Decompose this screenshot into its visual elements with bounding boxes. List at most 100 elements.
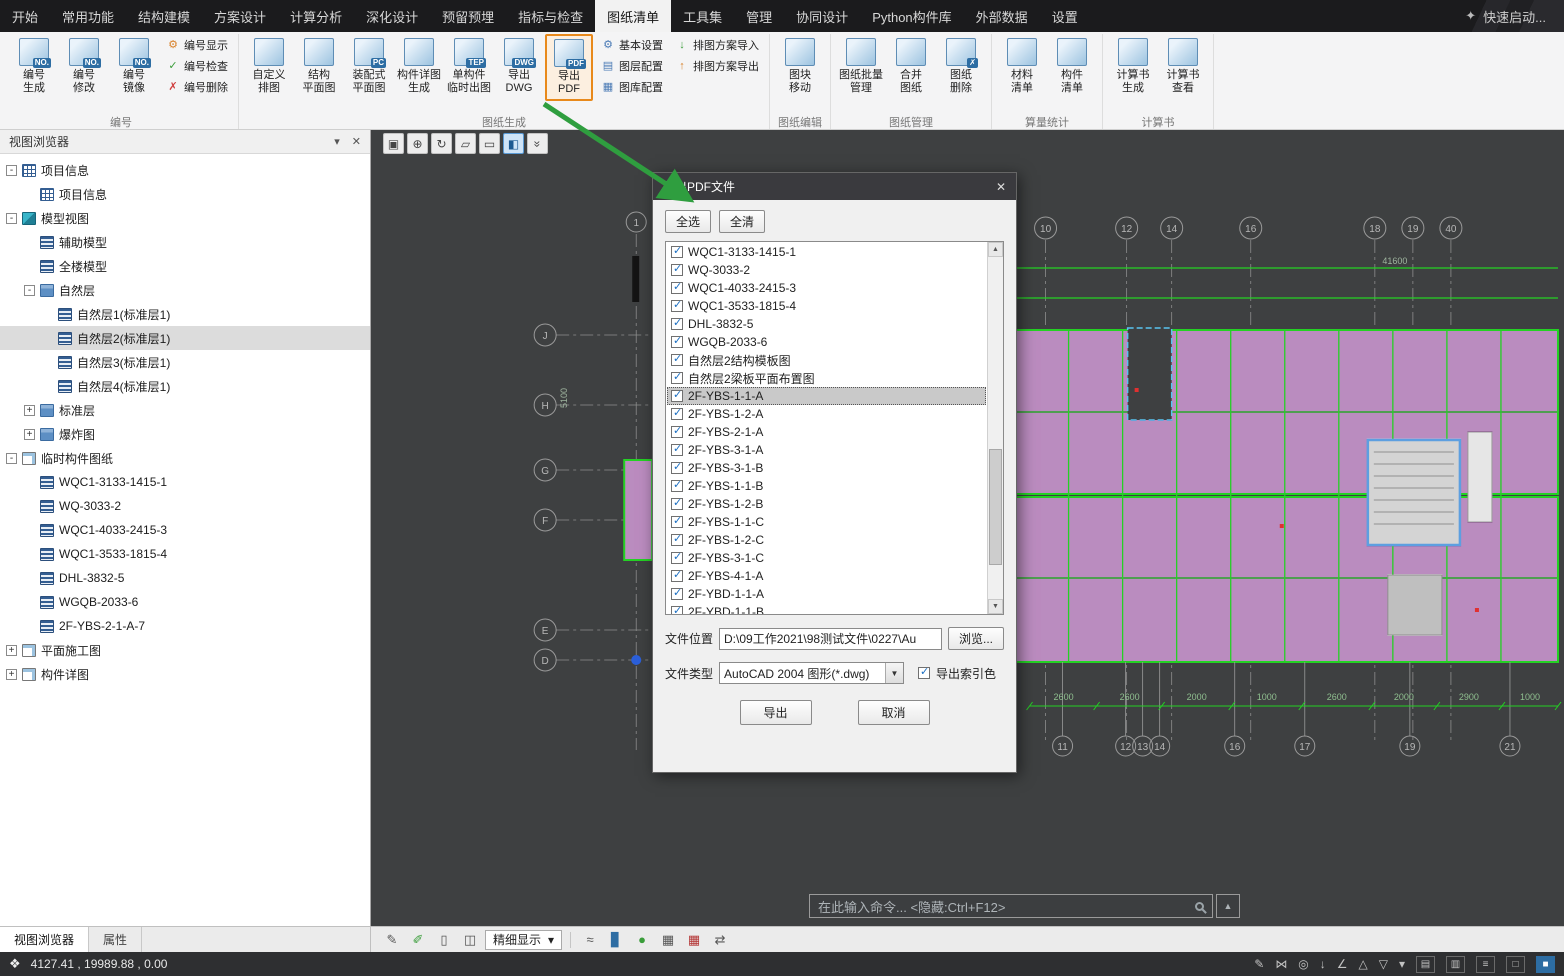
tree-item[interactable]: + 爆炸图 bbox=[0, 422, 370, 446]
tree-item[interactable]: + 构件详图 bbox=[0, 662, 370, 686]
menu-tab[interactable]: 开始 bbox=[0, 0, 50, 32]
section-tool-icon[interactable]: ≈ bbox=[579, 930, 601, 950]
number-check-button[interactable]: ✓ 编号检查 bbox=[162, 55, 232, 76]
basic-settings-button[interactable]: ⚙ 基本设置 bbox=[597, 34, 667, 55]
menu-tab[interactable]: Python构件库 bbox=[860, 0, 963, 32]
export-file-list[interactable]: WQC1-3133-1415-1 WQ-3033-2 WQC1-4033-241… bbox=[665, 241, 1004, 615]
angle-icon[interactable]: ∠ bbox=[1337, 957, 1348, 971]
scrollbar[interactable]: ▲ ▼ bbox=[987, 242, 1003, 614]
menu-tab[interactable]: 预留预埋 bbox=[430, 0, 506, 32]
export-button[interactable]: 导出 bbox=[740, 700, 812, 725]
tree-expander-icon[interactable]: + bbox=[24, 405, 35, 416]
filter-icon[interactable]: ▽ bbox=[1379, 957, 1388, 971]
number-generate-button[interactable]: NO. 编号 生成 bbox=[10, 34, 58, 99]
paint-tool-icon[interactable]: ✐ bbox=[407, 930, 429, 950]
tree-expander-icon[interactable]: - bbox=[6, 453, 17, 464]
checkbox[interactable] bbox=[671, 300, 683, 312]
checkbox[interactable] bbox=[671, 246, 683, 258]
menu-tab[interactable]: 计算分析 bbox=[278, 0, 354, 32]
tree-expander-icon[interactable]: - bbox=[6, 165, 17, 176]
library-config-button[interactable]: ▦ 图库配置 bbox=[597, 76, 667, 97]
export-list-item[interactable]: WQC1-3133-1415-1 bbox=[667, 243, 986, 261]
tree-item[interactable]: WQC1-4033-2415-3 bbox=[0, 518, 370, 542]
shaded-view-icon[interactable]: ◧ bbox=[503, 133, 524, 154]
tree-item[interactable]: 自然层1(标准层1) bbox=[0, 302, 370, 326]
tree-item[interactable]: WQ-3033-2 bbox=[0, 494, 370, 518]
menu-tab[interactable]: 方案设计 bbox=[202, 0, 278, 32]
command-input[interactable]: 在此输入命令... <隐藏:Ctrl+F12> bbox=[809, 894, 1213, 918]
menu-tab[interactable]: 指标与检查 bbox=[506, 0, 595, 32]
layout-single-icon[interactable]: ▤ bbox=[1416, 956, 1435, 973]
tree-expander-icon[interactable]: - bbox=[24, 285, 35, 296]
file-location-input[interactable]: D:\09工作2021\98测试文件\0227\Au bbox=[719, 628, 942, 650]
checkbox[interactable] bbox=[671, 480, 683, 492]
menu-tab[interactable]: 深化设计 bbox=[354, 0, 430, 32]
material-list-button[interactable]: 材料 清单 bbox=[998, 34, 1046, 99]
component-list-button[interactable]: 构件 清单 bbox=[1048, 34, 1096, 99]
number-display-button[interactable]: ⚙ 编号显示 bbox=[162, 34, 232, 55]
precast-plan-button[interactable]: PC 装配式 平面图 bbox=[345, 34, 393, 99]
tree-item[interactable]: - 自然层 bbox=[0, 278, 370, 302]
browse-button[interactable]: 浏览... bbox=[948, 627, 1004, 650]
export-list-item[interactable]: 2F-YBS-1-2-A bbox=[667, 405, 986, 423]
export-list-item[interactable]: WQC1-3533-1815-4 bbox=[667, 297, 986, 315]
single-member-drawing-button[interactable]: TEP 单构件 临时出图 bbox=[445, 34, 493, 99]
tree-item[interactable]: + 标准层 bbox=[0, 398, 370, 422]
export-pdf-button[interactable]: PDF 导出 PDF bbox=[545, 34, 593, 101]
download-icon[interactable]: ↓ bbox=[1320, 957, 1326, 971]
tree-item[interactable]: + 平面施工图 bbox=[0, 638, 370, 662]
menu-tab[interactable]: 外部数据 bbox=[964, 0, 1040, 32]
tree-item[interactable]: 项目信息 bbox=[0, 182, 370, 206]
table-tool-icon[interactable]: ▦ bbox=[683, 930, 705, 950]
grid-tool-icon[interactable]: ▦ bbox=[657, 930, 679, 950]
checkbox[interactable] bbox=[671, 318, 683, 330]
checkbox[interactable] bbox=[671, 462, 683, 474]
collapse-arrow-icon[interactable]: ▾ bbox=[334, 135, 340, 148]
tree-item[interactable]: 自然层4(标准层1) bbox=[0, 374, 370, 398]
link-icon[interactable]: ⋈ bbox=[1275, 957, 1287, 971]
tree-item[interactable]: WQC1-3533-1815-4 bbox=[0, 542, 370, 566]
checkbox[interactable] bbox=[671, 336, 683, 348]
checkbox[interactable] bbox=[671, 390, 683, 402]
export-list-item[interactable]: 自然层2梁板平面布置图 bbox=[667, 369, 986, 387]
export-list-item[interactable]: DHL-3832-5 bbox=[667, 315, 986, 333]
layer-config-button[interactable]: ▤ 图层配置 bbox=[597, 55, 667, 76]
select-all-button[interactable]: 全选 bbox=[665, 210, 711, 233]
tree-item[interactable]: 自然层2(标准层1) bbox=[0, 326, 370, 350]
block-move-button[interactable]: 图块 移动 bbox=[776, 34, 824, 99]
tree-expander-icon[interactable]: + bbox=[6, 645, 17, 656]
menu-tab[interactable]: 图纸清单 bbox=[595, 0, 671, 32]
merge-drawing-button[interactable]: 合并 图纸 bbox=[887, 34, 935, 99]
checkbox[interactable] bbox=[671, 516, 683, 528]
center-snap-icon[interactable]: ◎ bbox=[1298, 957, 1308, 971]
tree-item[interactable]: 全楼模型 bbox=[0, 254, 370, 278]
hidden-line-view-icon[interactable]: ▭ bbox=[479, 133, 500, 154]
layout-split-icon[interactable]: ▥ bbox=[1446, 956, 1465, 973]
sync-tool-icon[interactable]: ⇄ bbox=[709, 930, 731, 950]
checkbox[interactable] bbox=[671, 426, 683, 438]
checkbox[interactable] bbox=[671, 606, 683, 615]
search-icon[interactable] bbox=[1195, 902, 1204, 911]
structural-plan-button[interactable]: 结构 平面图 bbox=[295, 34, 343, 99]
checkbox[interactable] bbox=[671, 372, 683, 384]
clear-all-button[interactable]: 全清 bbox=[719, 210, 765, 233]
export-dwg-button[interactable]: DWG 导出 DWG bbox=[495, 34, 543, 99]
checkbox[interactable] bbox=[671, 534, 683, 546]
close-icon[interactable]: ✕ bbox=[984, 180, 1006, 194]
scroll-up-icon[interactable]: ▲ bbox=[988, 242, 1003, 257]
chart-tool-icon[interactable]: ▊ bbox=[605, 930, 627, 950]
menu-tab[interactable]: 协同设计 bbox=[784, 0, 860, 32]
export-list-item[interactable]: 2F-YBS-3-1-B bbox=[667, 459, 986, 477]
export-list-item[interactable]: 2F-YBS-4-1-A bbox=[667, 567, 986, 585]
tree-expander-icon[interactable]: - bbox=[6, 213, 17, 224]
panel-tab[interactable]: 属性 bbox=[89, 927, 142, 952]
menu-tab[interactable]: 结构建模 bbox=[126, 0, 202, 32]
report-generate-button[interactable]: 计算书 生成 bbox=[1109, 34, 1157, 99]
quick-launch[interactable]: ✦ 快速启动... bbox=[1447, 0, 1564, 32]
command-history-button[interactable]: ▲ bbox=[1216, 894, 1240, 918]
layout-scheme-export-button[interactable]: ↑ 排图方案导出 bbox=[671, 55, 763, 76]
number-delete-button[interactable]: ✗ 编号删除 bbox=[162, 76, 232, 97]
report-view-button[interactable]: 计算书 查看 bbox=[1159, 34, 1207, 99]
checkbox[interactable] bbox=[671, 444, 683, 456]
tree-item[interactable]: - 项目信息 bbox=[0, 158, 370, 182]
